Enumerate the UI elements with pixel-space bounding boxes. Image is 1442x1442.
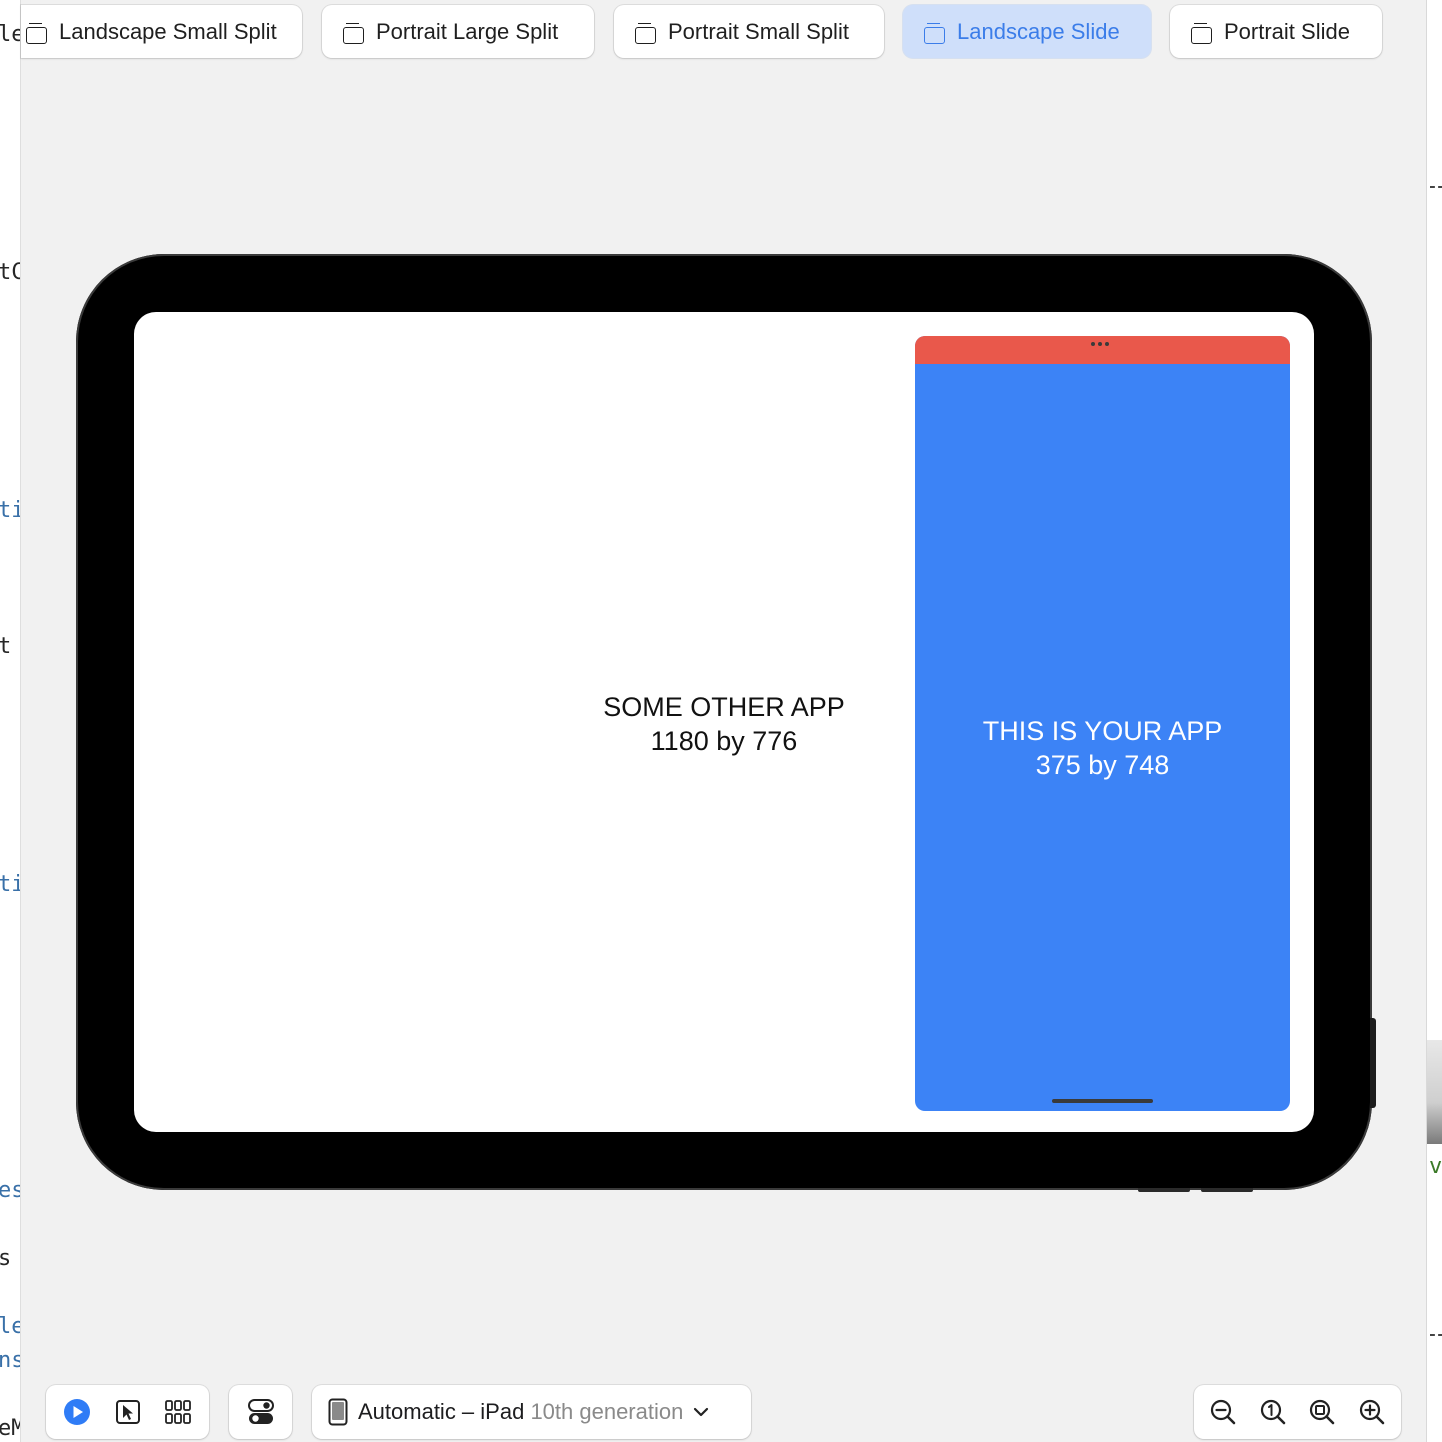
zoom-out-button[interactable] — [1200, 1389, 1246, 1435]
window-icon — [1190, 22, 1212, 44]
ipad-icon — [328, 1398, 348, 1426]
device-settings-icon — [247, 1399, 274, 1424]
slide-over-window[interactable]: THIS IS YOUR APP 375 by 748 — [915, 336, 1290, 1111]
code-fragment: es — [0, 1178, 20, 1203]
device-volume-button — [1201, 1188, 1253, 1192]
live-preview-button[interactable] — [54, 1389, 100, 1435]
code-fragment: le — [0, 1314, 20, 1339]
code-fragment: tC — [0, 260, 20, 285]
code-fragment: t — [0, 634, 11, 659]
live-preview-icon — [64, 1399, 90, 1425]
preview-mode-controls — [46, 1385, 209, 1439]
code-fragment: ti — [0, 872, 20, 897]
multitasking-dots-icon[interactable] — [1091, 342, 1109, 346]
code-fragment: le — [0, 22, 20, 47]
preset-label: Landscape Small Split — [59, 18, 277, 44]
other-app-title: SOME OTHER APP — [603, 692, 845, 722]
device-side-button — [1370, 1018, 1376, 1108]
window-icon — [923, 22, 945, 44]
window-icon — [634, 22, 656, 44]
device-screen: SOME OTHER APP 1180 by 776 THIS IS YOUR … — [134, 312, 1314, 1132]
other-app-size: 1180 by 776 — [650, 726, 798, 756]
inspector-edge: ve — [1426, 0, 1442, 1442]
your-app-content: THIS IS YOUR APP 375 by 748 — [915, 714, 1290, 782]
variants-grid-icon — [165, 1400, 191, 1424]
preset-portrait-large-split[interactable]: Portrait Large Split — [322, 5, 594, 58]
zoom-actual-icon — [1260, 1399, 1285, 1425]
your-app-title: THIS IS YOUR APP — [982, 716, 1223, 746]
selectable-preview-icon — [115, 1400, 140, 1424]
chevron-down-icon — [694, 1407, 709, 1417]
code-fragment: ve — [1429, 1154, 1442, 1179]
device-volume-button — [1138, 1188, 1190, 1192]
preset-label: Portrait Small Split — [668, 18, 849, 44]
zoom-in-button[interactable] — [1349, 1389, 1395, 1435]
slide-over-top-bar[interactable] — [915, 336, 1290, 364]
preset-portrait-slide[interactable]: Portrait Slide — [1170, 5, 1382, 58]
device-settings-control — [229, 1385, 292, 1439]
code-fragment: ti — [0, 498, 20, 523]
zoom-controls — [1194, 1385, 1401, 1439]
code-fragment: ns — [0, 1348, 20, 1373]
code-fragment: s — [0, 1246, 11, 1271]
preset-portrait-small-split[interactable]: Portrait Small Split — [614, 5, 884, 58]
preset-landscape-slide[interactable]: Landscape Slide — [903, 5, 1151, 58]
zoom-actual-size-button[interactable] — [1250, 1389, 1296, 1435]
preset-label: Landscape Slide — [957, 18, 1120, 44]
zoom-in-icon — [1359, 1399, 1385, 1425]
device-picker[interactable]: Automatic – iPad 10th generation — [312, 1385, 751, 1439]
preset-label: Portrait Large Split — [376, 18, 559, 44]
guide-line — [1430, 186, 1442, 188]
window-icon — [25, 22, 47, 44]
device-name: Automatic – iPad — [358, 1399, 525, 1424]
zoom-out-icon — [1210, 1399, 1236, 1425]
zoom-to-fit-button[interactable] — [1299, 1389, 1345, 1435]
your-app-size: 375 by 748 — [1035, 750, 1170, 780]
variants-button[interactable] — [155, 1389, 201, 1435]
code-fragment: eM — [0, 1416, 20, 1441]
device-model: 10th generation — [530, 1399, 684, 1424]
home-indicator[interactable] — [1052, 1099, 1153, 1103]
device-settings-button[interactable] — [238, 1389, 284, 1435]
selectable-preview-button[interactable] — [105, 1389, 151, 1435]
code-editor-gutter: le tC ti t ti es s le ns eM — [0, 0, 21, 1442]
window-icon — [342, 22, 364, 44]
minimap-thumbnail[interactable] — [1427, 1040, 1442, 1144]
preset-label: Portrait Slide — [1224, 18, 1350, 44]
zoom-fit-icon — [1310, 1399, 1335, 1425]
preset-landscape-small-split[interactable]: Landscape Small Split — [21, 5, 302, 58]
guide-line — [1430, 1334, 1442, 1336]
other-app-content: SOME OTHER APP 1180 by 776 — [534, 690, 914, 758]
